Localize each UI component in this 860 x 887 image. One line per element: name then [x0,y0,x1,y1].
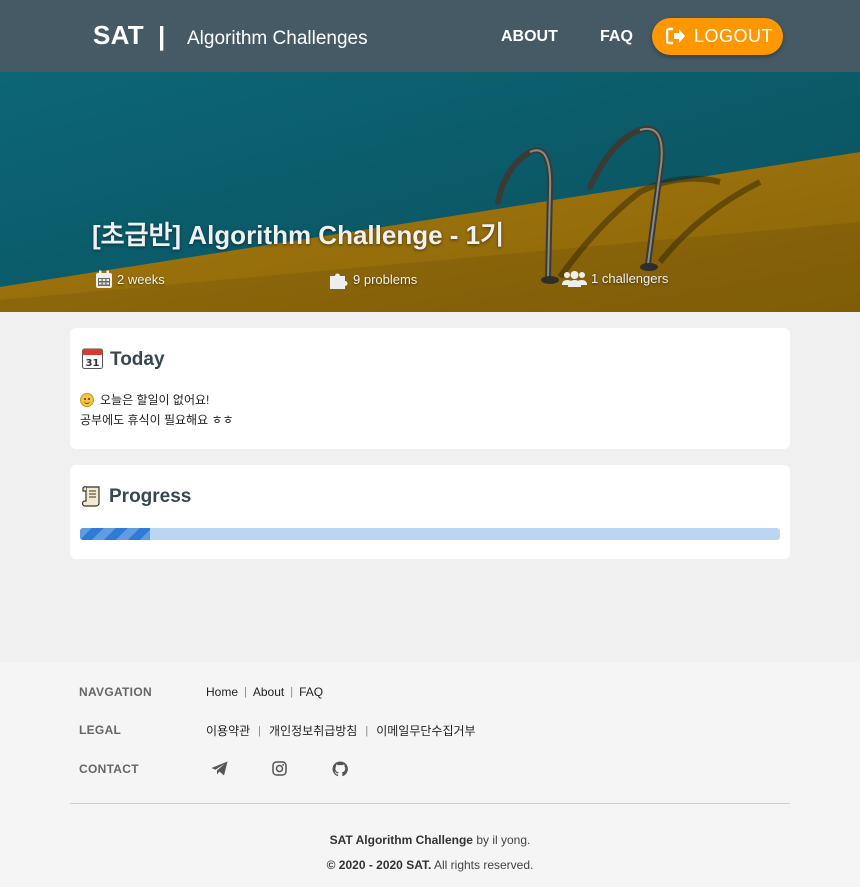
link-separator: | [258,724,262,737]
footer-link-faq[interactable]: FAQ [299,685,323,699]
credit-app-name: SAT Algorithm Challenge [329,833,473,847]
duration-text: 2 weeks [117,272,165,287]
github-icon[interactable] [332,761,348,777]
footer-link-terms[interactable]: 이용약관 [206,722,250,739]
copyright-years: © 2020 - 2020 SAT. [326,858,432,872]
calendar-icon [96,270,112,288]
footer-nav-links: Home | About | FAQ [206,685,323,699]
footer-divider [70,803,790,804]
top-navbar: SAT | Algorithm Challenges ABOUT FAQ LOG… [0,0,860,72]
footer-copyright: © 2020 - 2020 SAT. All rights reserved. [0,858,860,872]
challengers-text: 1 challengers [591,271,669,286]
sign-out-icon [666,27,685,45]
today-submessage: 공부에도 휴식이 필요해요 ㅎㅎ [80,413,234,427]
nav-faq-link[interactable]: FAQ [600,28,633,46]
calendar-emoji-icon: 31 [82,348,103,369]
footer-link-email-refusal[interactable]: 이메일무단수집거부 [376,722,475,739]
footer-legal-links: 이용약관 | 개인정보취급방침 | 이메일무단수집거부 [206,722,476,739]
progress-bar-fill [80,528,150,540]
puzzle-icon [330,273,348,289]
footer-link-privacy[interactable]: 개인정보취급방침 [269,722,357,739]
challengers-stat: 1 challengers [562,270,668,287]
footer-contact-label: CONTACT [79,762,139,776]
problems-stat: 9 problems [329,270,417,289]
link-separator: | [365,724,369,737]
footer-credit: SAT Algorithm Challenge by il yong. [0,833,860,847]
page-footer: NAVGATION Home | About | FAQ LEGAL 이용약관 … [0,662,860,887]
today-message: 오늘은 할일이 없어요! [80,391,209,408]
logout-button[interactable]: LOGOUT [652,18,783,55]
link-separator: | [244,686,247,698]
duration-stat: 2 weeks [95,270,165,289]
nav-about-link[interactable]: ABOUT [501,28,558,46]
today-card: 31 Today 오늘은 할일이 없어요! 공부에도 휴식이 필요해요 ㅎㅎ [70,328,790,449]
scroll-emoji-icon [82,486,100,507]
smile-emoji-icon [80,392,94,407]
challenge-title: [초급반] Algorithm Challenge - 1기 [92,220,505,250]
problems-text: 9 problems [353,272,418,287]
progress-bar [80,528,780,540]
footer-link-home[interactable]: Home [206,685,238,699]
brand-separator: | [158,21,166,51]
progress-title: Progress [109,486,192,507]
instagram-icon[interactable] [272,761,287,776]
users-icon [562,271,587,287]
svg-text:31: 31 [86,358,100,369]
today-title: Today [110,349,165,370]
credit-author: by il yong. [472,833,531,847]
copyright-rights: All rights reserved. [431,858,534,872]
telegram-icon[interactable] [211,761,228,776]
hero-banner: [초급반] Algorithm Challenge - 1기 2 weeks 9… [0,72,860,312]
brand-subtitle: Algorithm Challenges [187,28,368,49]
link-separator: | [290,686,294,698]
brand-logo[interactable]: SAT [93,20,144,51]
footer-legal-label: LEGAL [79,723,122,737]
progress-card: Progress [70,465,790,559]
today-message-text: 오늘은 할일이 없어요! [100,393,210,407]
footer-link-about[interactable]: About [253,685,284,699]
logout-label: LOGOUT [694,26,774,46]
footer-navigation-label: NAVGATION [79,685,152,699]
